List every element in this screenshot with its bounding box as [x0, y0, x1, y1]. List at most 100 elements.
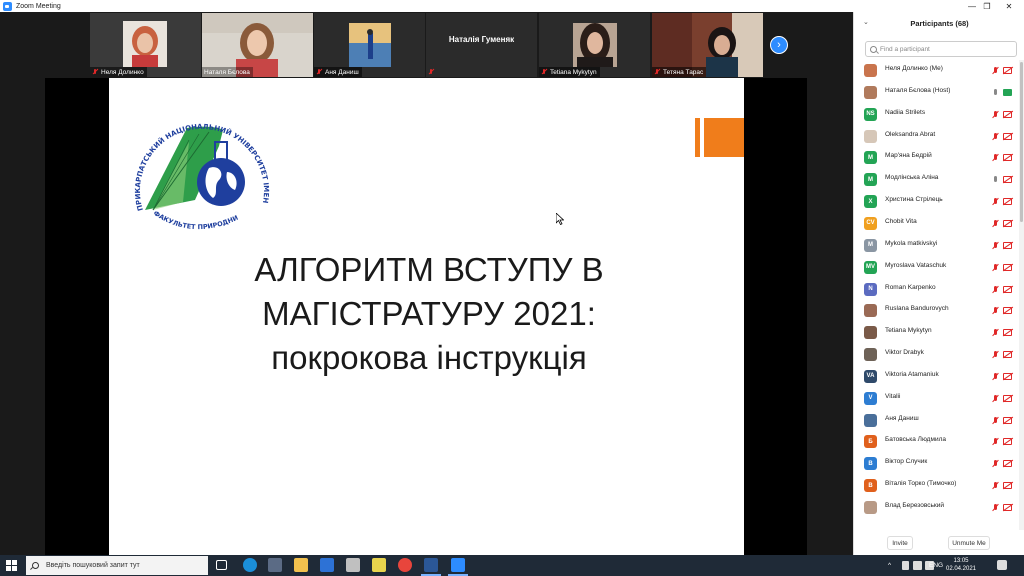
participant-row[interactable]: Ruslana Bandurovych — [854, 300, 1019, 322]
collapse-chevron-icon[interactable]: ⌄ — [863, 18, 869, 26]
participant-row[interactable]: NS Nadiia Strilets — [854, 104, 1019, 126]
mic-muted-icon — [992, 285, 999, 294]
participant-row[interactable]: N Roman Karpenko — [854, 279, 1019, 301]
word-app-icon[interactable] — [421, 558, 441, 576]
participant-avatar-photo — [864, 64, 877, 77]
participant-name: Oleksandra Abrat — [885, 130, 936, 138]
name-tag: Tetiana Mykytyn — [539, 67, 600, 77]
app-shortcut-icon[interactable] — [372, 558, 386, 572]
photos-app-icon[interactable] — [346, 558, 360, 572]
volume-icon[interactable] — [913, 561, 922, 570]
video-off-icon — [1003, 372, 1012, 380]
file-explorer-icon[interactable] — [294, 558, 308, 572]
participant-row[interactable]: B Віталія Торко (Тимочко) — [854, 475, 1019, 497]
participant-row[interactable]: X Христина Стрілець — [854, 191, 1019, 213]
mic-muted-icon — [992, 438, 999, 446]
participant-name: Mykola matkivskyi — [885, 239, 938, 247]
chrome-browser-icon[interactable] — [398, 558, 412, 572]
next-page-arrow-icon[interactable]: › — [770, 36, 788, 54]
participant-avatar-initials: MV — [864, 260, 877, 274]
unmute-me-button[interactable]: Unmute Me — [948, 536, 990, 550]
edge-browser-icon[interactable] — [243, 558, 257, 572]
mic-muted-icon — [992, 110, 999, 119]
participant-row[interactable]: Viktor Drabyk — [854, 344, 1019, 366]
search-icon — [32, 562, 39, 569]
participant-row[interactable]: V Vitalii — [854, 388, 1019, 410]
mic-on-icon — [992, 88, 999, 97]
participant-row[interactable]: Наталя Бєлова (Host) — [854, 82, 1019, 104]
participant-search-input[interactable]: Find a participant — [865, 41, 1017, 57]
slide-heading-line-2: МАГІСТРАТУРУ 2021: — [262, 295, 596, 332]
name-tag: Наталя Бєлова — [202, 67, 253, 77]
participant-name: Viktoria Atamaniuk — [885, 370, 939, 378]
video-tile[interactable]: Наталя Бєлова — [202, 13, 313, 77]
participant-avatar-photo — [864, 326, 877, 340]
participant-avatar-photo — [864, 85, 877, 99]
participant-name: Віталія Торко (Тимочко) — [885, 480, 957, 488]
participants-scrollbar[interactable] — [1019, 60, 1024, 530]
video-tile[interactable]: Аня Даниш — [314, 13, 425, 77]
mic-muted-icon — [992, 372, 999, 381]
video-tile[interactable]: Тетяна Тарас — [652, 13, 763, 77]
tray-overflow-icon[interactable]: ^ — [888, 555, 891, 576]
tile-name: Тетяна Тарас — [663, 68, 704, 76]
faculty-logo: ПРИКАРПАТСЬКИЙ НАЦІОНАЛЬНИЙ УНІВЕРСИТЕТ … — [123, 92, 270, 231]
participant-avatar-photo — [864, 348, 877, 362]
participant-row[interactable]: CV Chobit Vita — [854, 213, 1019, 235]
network-icon[interactable] — [902, 561, 909, 570]
window-title: Zoom Meeting — [16, 2, 61, 10]
invite-button[interactable]: Invite — [887, 536, 913, 550]
video-off-icon — [1003, 219, 1012, 227]
participant-row[interactable]: B Віктор Случик — [854, 453, 1019, 475]
close-button[interactable]: ✕ — [994, 0, 1024, 12]
participant-name: Батовська Людмила — [885, 436, 946, 444]
participant-row[interactable]: Tetiana Mykytyn — [854, 322, 1019, 344]
zoom-app-icon — [3, 1, 12, 11]
video-tile-active-speaker[interactable]: Tetiana Mykytyn — [539, 13, 650, 77]
muted-mic-icon — [654, 69, 660, 75]
mic-muted-icon — [992, 132, 999, 141]
video-off-icon — [1003, 176, 1012, 184]
mic-muted-icon — [992, 416, 999, 425]
participant-avatar-photo — [864, 129, 877, 143]
video-off-icon — [1003, 67, 1012, 74]
windows-start-icon[interactable] — [6, 560, 17, 571]
participant-row[interactable]: Неля Долинко (Me) — [854, 60, 1019, 82]
participants-panel: ⌄ Participants (68) Find a participant Н… — [853, 12, 1024, 555]
muted-mic-icon — [316, 69, 322, 75]
video-off-icon — [1003, 329, 1012, 337]
video-tile[interactable]: Наталія Гуменяк — [426, 13, 537, 77]
mic-muted-icon — [992, 351, 999, 359]
participant-row[interactable]: Влад Березовський — [854, 497, 1019, 519]
task-view-icon[interactable] — [216, 560, 227, 570]
participant-row[interactable]: M Модлінська Аліна — [854, 169, 1019, 191]
mic-muted-icon — [992, 263, 999, 272]
participant-row[interactable]: Б Батовська Людмила — [854, 431, 1019, 453]
mic-muted-icon — [992, 219, 999, 228]
participant-avatar-initials: Б — [864, 435, 877, 449]
participant-row[interactable]: Oleksandra Abrat — [854, 126, 1019, 148]
participant-row[interactable]: Аня Даниш — [854, 410, 1019, 432]
taskbar-search-input[interactable]: Введіть пошуковий запит тут — [26, 556, 208, 575]
video-tile[interactable]: Неля Долинко — [90, 13, 201, 77]
mail-icon[interactable] — [320, 558, 334, 572]
participant-row[interactable]: MV Myroslava Vataschuk — [854, 257, 1019, 279]
notifications-icon[interactable] — [997, 560, 1007, 570]
mic-muted-icon — [992, 329, 999, 337]
taskbar-clock[interactable]: 13:05 02.04.2021 — [941, 557, 981, 573]
participant-row[interactable]: M Mykola matkivskyi — [854, 235, 1019, 257]
search-placeholder: Find a participant — [880, 45, 930, 53]
store-icon[interactable] — [268, 558, 282, 572]
mic-muted-icon — [992, 198, 999, 206]
participant-row[interactable]: VA Viktoria Atamaniuk — [854, 366, 1019, 388]
participant-name: Влад Березовський — [885, 502, 944, 509]
participant-avatar-initials: B — [864, 457, 877, 471]
participant-avatar-initials: VA — [864, 369, 877, 383]
participant-row[interactable]: M Мар'яна Бедрій — [854, 147, 1019, 169]
slide-heading-line-1: АЛГОРИТМ ВСТУПУ В — [254, 251, 604, 288]
name-tag: Аня Даниш — [314, 67, 362, 77]
zoom-taskbar-icon[interactable] — [448, 558, 468, 576]
window-titlebar: Zoom Meeting — ❐ ✕ — [0, 0, 1024, 12]
participant-name: Vitalii — [885, 392, 901, 400]
name-tag: Неля Долинко — [90, 67, 147, 77]
